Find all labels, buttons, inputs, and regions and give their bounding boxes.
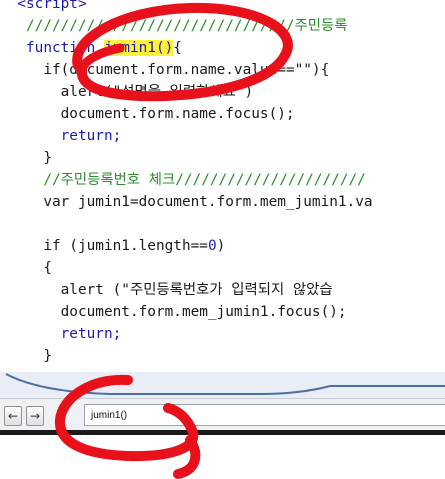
code-token: ) (216, 238, 226, 254)
code-token: var jumin1=document.form.mem_jumin1.va (0, 194, 373, 210)
editor-divider (0, 372, 445, 398)
code-line: function jumin1(){ (0, 38, 182, 58)
code-line: if(document.form.name.value==""){ (0, 60, 329, 80)
code-token: { (0, 260, 52, 276)
code-line: { (0, 258, 52, 278)
find-toolbar: ← → jumin1() (0, 398, 445, 431)
forward-button[interactable]: → (26, 406, 44, 426)
code-token: <script> (0, 0, 87, 12)
code-line: //주민등록번호 체크////////////////////// (0, 170, 366, 190)
code-token: { (173, 40, 182, 56)
code-editor[interactable]: <script> ///////////////////////////////… (0, 0, 445, 372)
back-arrow-icon: ← (7, 409, 19, 423)
code-token: ///////////////////////////////주민등록 (0, 18, 348, 34)
code-line: return; (0, 324, 122, 344)
code-line: alert("성명을 입력하세요") (0, 82, 254, 102)
code-line: return; (0, 126, 122, 146)
code-token: if(document.form.name.value==""){ (0, 62, 330, 78)
code-token: function (0, 40, 104, 56)
code-token: return; (0, 326, 122, 342)
code-token: } (0, 150, 52, 166)
code-token: document.form.mem_jumin1.focus(); (0, 304, 347, 320)
code-token: } (0, 348, 52, 364)
code-token: //주민등록번호 체크////////////////////// (0, 172, 366, 188)
find-input[interactable]: jumin1() (84, 404, 445, 426)
code-line: alert ("주민등록번호가 입력되지 않았습 (0, 280, 333, 300)
code-line: document.form.name.focus(); (0, 104, 295, 124)
code-token: 0 (207, 238, 217, 254)
code-line: document.form.mem_jumin1.focus(); (0, 302, 347, 322)
back-button[interactable]: ← (4, 406, 22, 426)
code-line: <script> (0, 0, 87, 14)
code-line: if (jumin1.length==0) (0, 236, 225, 256)
code-line: var jumin1=document.form.mem_jumin1.va (0, 192, 373, 212)
code-token: alert("성명을 입력하세요") (0, 84, 254, 100)
tab-arc (0, 372, 445, 398)
highlighted-function-name: jumin1() (103, 40, 174, 56)
code-token: if (jumin1.length== (0, 238, 208, 254)
forward-arrow-icon: → (29, 409, 41, 423)
code-token: document.form.name.focus(); (0, 106, 295, 122)
code-line: } (0, 148, 52, 168)
bottom-area (0, 435, 445, 479)
code-line: ///////////////////////////////주민등록 (0, 16, 348, 36)
code-line: } (0, 346, 52, 366)
code-token: return; (0, 128, 122, 144)
code-token: alert ("주민등록번호가 입력되지 않았습 (0, 282, 333, 298)
